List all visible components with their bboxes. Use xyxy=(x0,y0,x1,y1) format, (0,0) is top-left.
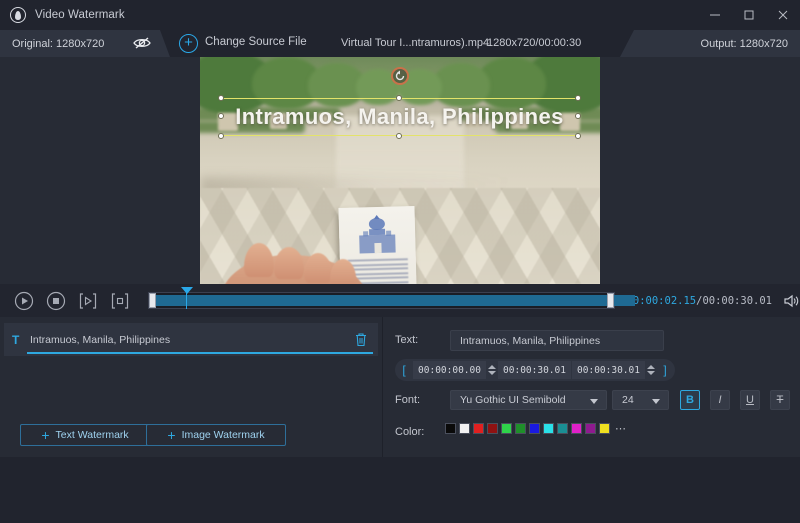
watermark-text-input[interactable]: Intramuos, Manila, Philippines xyxy=(450,330,664,351)
resize-handle-tr[interactable] xyxy=(575,95,581,101)
maximize-icon[interactable] xyxy=(732,0,766,30)
resize-handle-tc[interactable] xyxy=(396,95,402,101)
start-time-input[interactable]: 00:00:00.00 xyxy=(413,361,486,379)
watermark-text-input-value: Intramuos, Manila, Philippines xyxy=(460,335,600,347)
font-size-select[interactable]: 24 xyxy=(612,390,669,410)
window-controls xyxy=(698,0,800,30)
timeline-fill xyxy=(151,295,635,306)
color-label: Color: xyxy=(395,426,424,438)
start-time-stepper[interactable] xyxy=(486,361,497,379)
text-type-icon: T xyxy=(12,333,24,347)
font-family-select[interactable]: Yu Gothic UI Semibold xyxy=(450,390,607,410)
strikethrough-label: T xyxy=(777,394,784,406)
resize-handle-ml[interactable] xyxy=(218,113,224,119)
italic-label: I xyxy=(718,394,721,406)
output-resolution-label: Output: 1280x720 xyxy=(701,38,788,50)
bottom-bar: Output: Virtual Tour It...tramuros)_W.mp… xyxy=(0,457,800,523)
plus-circle-icon[interactable]: + xyxy=(179,34,198,53)
bold-button[interactable]: B xyxy=(680,390,700,410)
font-family-value: Yu Gothic UI Semibold xyxy=(460,394,566,406)
droplet-icon xyxy=(10,7,26,23)
watermark-item-name: Intramuos, Manila, Philippines xyxy=(30,334,170,346)
color-swatch[interactable] xyxy=(473,423,484,434)
watermark-selection-box[interactable]: Intramuos, Manila, Philippines xyxy=(222,98,577,136)
source-file-name: Virtual Tour I...ntramuros).mp4 xyxy=(341,37,489,49)
video-preview[interactable]: 1720 Intramuos, Manila, Philippines xyxy=(200,57,600,284)
watermark-text: Intramuos, Manila, Philippines xyxy=(222,104,577,130)
original-resolution-label: Original: 1280x720 xyxy=(12,38,104,50)
strikethrough-button[interactable]: T xyxy=(770,390,790,410)
watermark-settings-panel: Text: Intramuos, Manila, Philippines [ 0… xyxy=(383,317,800,457)
rotate-handle-icon[interactable] xyxy=(391,67,409,85)
color-swatch[interactable] xyxy=(599,423,610,434)
chevron-down-icon xyxy=(590,399,598,404)
source-bar: Original: 1280x720 + Change Source File … xyxy=(0,30,800,57)
font-size-value: 24 xyxy=(622,394,634,406)
color-swatch[interactable] xyxy=(557,423,568,434)
resize-handle-mr[interactable] xyxy=(575,113,581,119)
transport-bar: 00:00:02.15 / 00:00:30.01 xyxy=(0,284,800,317)
bracket-open-icon[interactable]: [ xyxy=(395,363,413,377)
bold-label: B xyxy=(686,394,694,406)
play-circle-icon[interactable] xyxy=(13,290,35,312)
resize-handle-bc[interactable] xyxy=(396,133,402,139)
bracket-stop-icon[interactable] xyxy=(109,290,131,312)
text-field-label: Text: xyxy=(395,334,418,346)
preview-area: 1720 Intramuos, Manila, Philippines xyxy=(0,57,800,284)
add-text-watermark-label: Text Watermark xyxy=(56,429,129,441)
change-source-file-button[interactable]: Change Source File xyxy=(205,36,307,48)
underline-label: U xyxy=(746,394,754,406)
underline-button[interactable]: U xyxy=(740,390,760,410)
add-text-watermark-button[interactable]: + Text Watermark xyxy=(20,424,150,446)
duration-stepper[interactable] xyxy=(645,361,656,379)
add-image-watermark-button[interactable]: + Image Watermark xyxy=(146,424,286,446)
color-swatch[interactable] xyxy=(585,423,596,434)
end-time-input[interactable]: 00:00:30.01 xyxy=(498,361,571,379)
tab-output[interactable]: Output: 1280x720 xyxy=(620,30,800,57)
time-range-controls: [ 00:00:00.00 00:00:30.01 00:00:30.01 ] xyxy=(395,359,675,381)
source-file-info: 1280x720/00:00:30 xyxy=(487,37,581,49)
color-swatch[interactable] xyxy=(501,423,512,434)
color-swatch[interactable] xyxy=(445,423,456,434)
color-swatch[interactable] xyxy=(515,423,526,434)
resize-handle-bl[interactable] xyxy=(218,133,224,139)
duration-input[interactable]: 00:00:30.01 xyxy=(572,361,645,379)
stop-circle-icon[interactable] xyxy=(45,290,67,312)
trim-handle-right[interactable] xyxy=(607,293,614,308)
resize-handle-br[interactable] xyxy=(575,133,581,139)
current-time: 00:00:02.15 xyxy=(627,295,697,307)
app-title: Video Watermark xyxy=(35,9,125,21)
color-swatch-list[interactable]: ⋯ xyxy=(445,423,627,434)
more-colors-button[interactable]: ⋯ xyxy=(615,425,627,433)
color-swatch[interactable] xyxy=(487,423,498,434)
bracket-close-icon[interactable]: ] xyxy=(656,363,674,377)
total-time: 00:00:30.01 xyxy=(702,295,772,307)
volume-icon[interactable] xyxy=(782,292,800,310)
trash-icon[interactable] xyxy=(354,332,368,347)
color-swatch[interactable] xyxy=(571,423,582,434)
italic-button[interactable]: I xyxy=(710,390,730,410)
minimize-icon[interactable] xyxy=(698,0,732,30)
bracket-play-icon[interactable] xyxy=(77,290,99,312)
timeline-scrubber[interactable] xyxy=(148,292,615,309)
trim-handle-left[interactable] xyxy=(149,293,156,308)
chevron-down-icon xyxy=(652,399,660,404)
font-label: Font: xyxy=(395,394,420,406)
close-icon[interactable] xyxy=(766,0,800,30)
color-swatch[interactable] xyxy=(529,423,540,434)
eye-off-icon[interactable] xyxy=(132,35,152,51)
add-image-watermark-label: Image Watermark xyxy=(182,429,265,441)
app-window: Video Watermark Original: 1280x720 + xyxy=(0,0,800,523)
color-swatch[interactable] xyxy=(459,423,470,434)
building-emblem-icon xyxy=(351,212,404,255)
color-swatch[interactable] xyxy=(543,423,554,434)
resize-handle-tl[interactable] xyxy=(218,95,224,101)
title-bar: Video Watermark xyxy=(0,0,800,30)
watermark-item-selection-underline xyxy=(27,352,373,354)
